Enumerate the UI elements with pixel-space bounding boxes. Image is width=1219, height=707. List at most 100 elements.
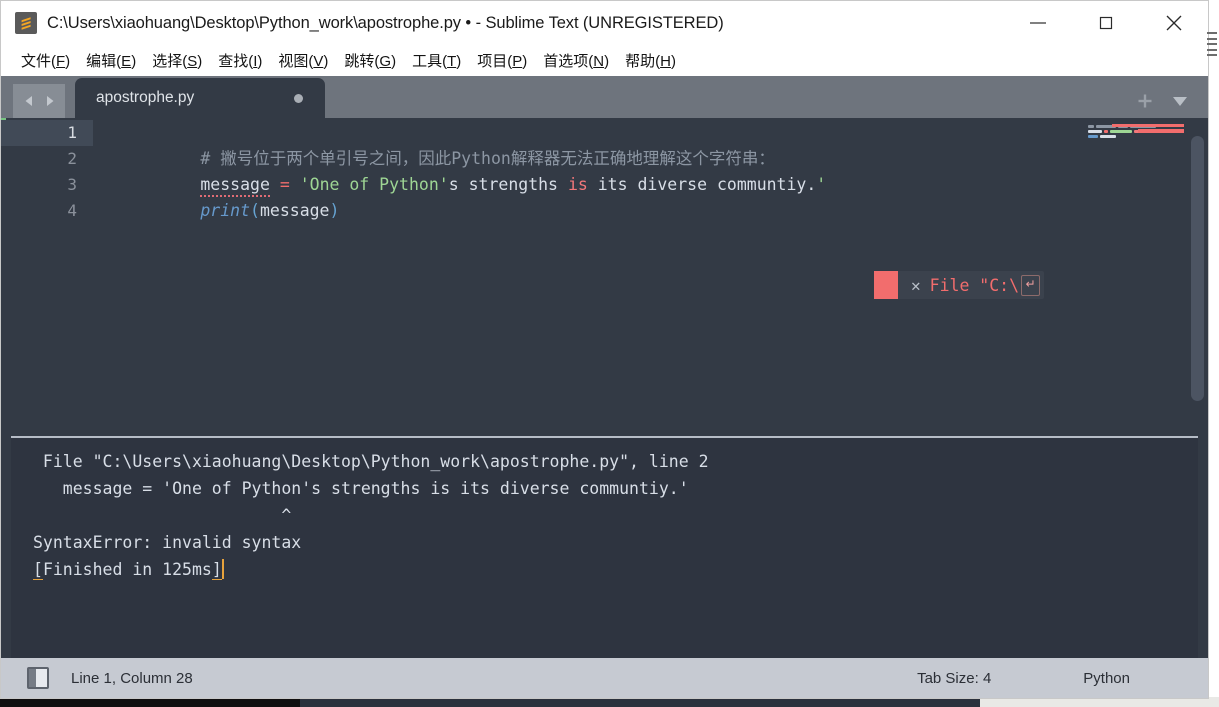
title-bar: C:\Users\xiaohuang\Desktop\Python_work\a… (1, 1, 1208, 45)
taskbar-left-segment (0, 699, 300, 707)
tab-bar-right-controls (1136, 92, 1190, 110)
menu-preferences-accel: N (593, 53, 605, 70)
menu-bar: 文件(F) 编辑(E) 选择(S) 查找(I) 视图(V) 跳转(G) 工具(T… (1, 45, 1208, 76)
menu-selection-accel: S (187, 53, 198, 70)
menu-item-help[interactable]: 帮助(H) (617, 48, 684, 73)
minimap-line-3 (1086, 134, 1186, 138)
minimize-button[interactable] (1004, 1, 1072, 45)
menu-edit-tail: ) (131, 53, 137, 70)
arrow-right-icon[interactable] (42, 93, 58, 109)
menu-help-text: 帮助( (625, 53, 661, 70)
code-editor[interactable]: 1 2 3 4 # 撇号位于两个单引号之间，因此Python解释器无法正确地理解… (1, 118, 1208, 438)
status-bar: Line 1, Column 28 Tab Size: 4 Python (1, 658, 1208, 698)
close-button[interactable] (1140, 1, 1208, 45)
menu-tools-text: 工具( (412, 53, 448, 70)
line-number-gutter: 1 2 3 4 (1, 118, 93, 438)
menu-view-accel: V (313, 53, 324, 70)
status-caret-position[interactable]: Line 1, Column 28 (71, 670, 193, 687)
minimize-icon (1030, 22, 1046, 24)
sidebar-toggle-icon[interactable] (27, 667, 49, 689)
menu-goto-accel: G (379, 53, 392, 70)
close-small-icon[interactable]: ✕ (898, 276, 930, 295)
menu-find-text: 查找( (218, 53, 254, 70)
taskbar-middle-segment (300, 699, 980, 707)
console-finished-body: Finished in 125ms (42, 560, 212, 579)
menu-item-goto[interactable]: 跳转(G) (336, 48, 404, 73)
arrow-left-icon[interactable] (21, 93, 37, 109)
menu-item-preferences[interactable]: 首选项(N) (535, 48, 617, 73)
close-icon (1166, 15, 1182, 31)
menu-project-accel: P (512, 53, 523, 70)
menu-item-selection[interactable]: 选择(S) (144, 48, 210, 73)
menu-selection-text: 选择( (152, 53, 188, 70)
plus-icon[interactable] (1136, 92, 1154, 110)
inline-error-color-swatch (874, 271, 898, 299)
code-line-3: print(message) (93, 172, 1208, 220)
status-bar-right: Tab Size: 4 Python (917, 670, 1208, 687)
editor-scrollbar-thumb[interactable] (1191, 136, 1204, 401)
menu-project-tail: ) (522, 53, 528, 70)
menu-tools-tail: ) (456, 53, 462, 70)
menu-edit-accel: E (121, 53, 132, 70)
menu-item-file[interactable]: 文件(F) (13, 48, 78, 73)
menu-selection-tail: ) (197, 53, 203, 70)
menu-help-accel: H (660, 53, 671, 70)
console-line-finished: [Finished in 125ms] (33, 556, 1198, 583)
console-finished-open-bracket: [ (33, 560, 43, 580)
window-controls (1004, 1, 1208, 45)
editor-and-console-area: 1 2 3 4 # 撇号位于两个单引号之间，因此Python解释器无法正确地理解… (1, 118, 1208, 658)
line-number-2: 2 (67, 149, 77, 168)
tab-apostrophe-py[interactable]: apostrophe.py (75, 78, 325, 118)
status-syntax-mode[interactable]: Python (1083, 670, 1130, 687)
status-tab-size[interactable]: Tab Size: 4 (917, 670, 991, 687)
menu-file-text: 文件( (21, 53, 56, 70)
minimap-error-marker-secondary (1138, 129, 1184, 133)
enter-key-icon: ↵ (1021, 274, 1041, 296)
menu-goto-text: 跳转( (344, 53, 380, 70)
code-line-1: # 撇号位于两个单引号之间，因此Python解释器无法正确地理解这个字符串： (93, 120, 1208, 168)
minimap[interactable] (1086, 118, 1186, 438)
console-line-source: message = 'One of Python's strengths is … (33, 479, 689, 498)
tab-label: apostrophe.py (96, 89, 195, 106)
console-text-cursor (221, 559, 224, 579)
menu-preferences-text: 首选项( (543, 53, 594, 70)
inline-error-message: File "C:\ (929, 275, 1020, 295)
console-line-syntax-error: SyntaxError: invalid syntax (33, 533, 302, 552)
console-line-caret-marker: ^ (33, 506, 292, 525)
menu-file-tail: ) (65, 53, 71, 70)
chevron-down-icon[interactable] (1170, 92, 1190, 110)
tab-bar: apostrophe.py (1, 76, 1208, 118)
code-line-2: message = 'One of Python's strengths is … (93, 146, 1208, 197)
maximize-button[interactable] (1072, 1, 1140, 45)
console-finished-close-bracket: ] (211, 560, 222, 580)
menu-item-find[interactable]: 查找(I) (210, 48, 270, 73)
menu-edit-text: 编辑( (86, 53, 122, 70)
menu-view-tail: ) (323, 53, 329, 70)
window-edge-scroll-marks (1207, 32, 1217, 56)
console-line-traceback-file: File "C:\Users\xiaohuang\Desktop\Python_… (33, 452, 709, 471)
menu-item-tools[interactable]: 工具(T) (404, 48, 469, 73)
menu-view-text: 视图( (278, 53, 314, 70)
menu-find-tail: ) (257, 53, 263, 70)
menu-file-accel: F (56, 53, 66, 70)
sublime-text-window: C:\Users\xiaohuang\Desktop\Python_work\a… (0, 0, 1209, 699)
inline-error-phantom[interactable]: ✕ File "C:\ ↵ (874, 271, 1045, 299)
tab-dirty-indicator-icon[interactable] (294, 93, 303, 103)
menu-item-project[interactable]: 项目(P) (469, 48, 535, 73)
menu-tools-accel: T (447, 53, 457, 70)
menu-goto-tail: ) (391, 53, 397, 70)
menu-item-edit[interactable]: 编辑(E) (78, 48, 144, 73)
line-number-4: 4 (67, 201, 77, 220)
line-number-1: 1 (1, 120, 93, 146)
sublime-text-logo-icon (15, 12, 37, 34)
window-title: C:\Users\xiaohuang\Desktop\Python_work\a… (47, 13, 724, 32)
menu-project-text: 项目( (477, 53, 513, 70)
menu-item-view[interactable]: 视图(V) (270, 48, 336, 73)
maximize-icon (1099, 16, 1113, 30)
build-output-console[interactable]: File "C:\Users\xiaohuang\Desktop\Python_… (11, 436, 1198, 658)
menu-preferences-tail: ) (604, 53, 610, 70)
minimap-error-marker (1112, 124, 1184, 127)
console-content: File "C:\Users\xiaohuang\Desktop\Python_… (11, 438, 1198, 583)
tab-navigation-controls (13, 84, 65, 118)
